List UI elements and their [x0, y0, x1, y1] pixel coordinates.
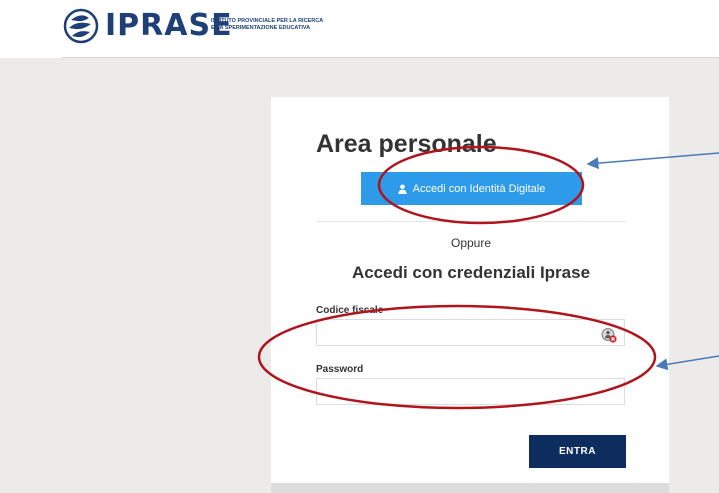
- brand-subtitle-line2: E LA SPERIMENTAZIONE EDUCATIVA: [211, 25, 311, 31]
- or-separator-text: Oppure: [450, 236, 492, 250]
- credentials-title: Accedi con credenziali Iprase: [351, 263, 591, 282]
- password-label: Password: [316, 364, 364, 375]
- user-icon: [397, 184, 407, 194]
- spid-login-label: Accedi con Identità Digitale: [412, 182, 546, 195]
- site-header: IPRASE ISTITUTO PROVINCIALE PER LA RICER…: [0, 0, 719, 58]
- brand-subtitle-line1: ISTITUTO PROVINCIALE PER LA RICERCA: [211, 18, 324, 24]
- login-card-footer: [271, 483, 669, 493]
- fiscal-code-input[interactable]: [316, 319, 625, 346]
- fiscal-code-label: Codice fiscale: [316, 305, 384, 316]
- logo-icon: [63, 8, 99, 44]
- page-title: Area personale: [316, 130, 497, 158]
- section-divider: [316, 221, 626, 222]
- password-input[interactable]: [316, 378, 625, 405]
- spid-login-button[interactable]: Accedi con Identità Digitale: [361, 172, 582, 205]
- submit-button[interactable]: ENTRA: [529, 435, 626, 468]
- identity-card-icon[interactable]: [601, 327, 617, 343]
- brand-subtitle: ISTITUTO PROVINCIALE PER LA RICERCA E LA…: [211, 18, 323, 32]
